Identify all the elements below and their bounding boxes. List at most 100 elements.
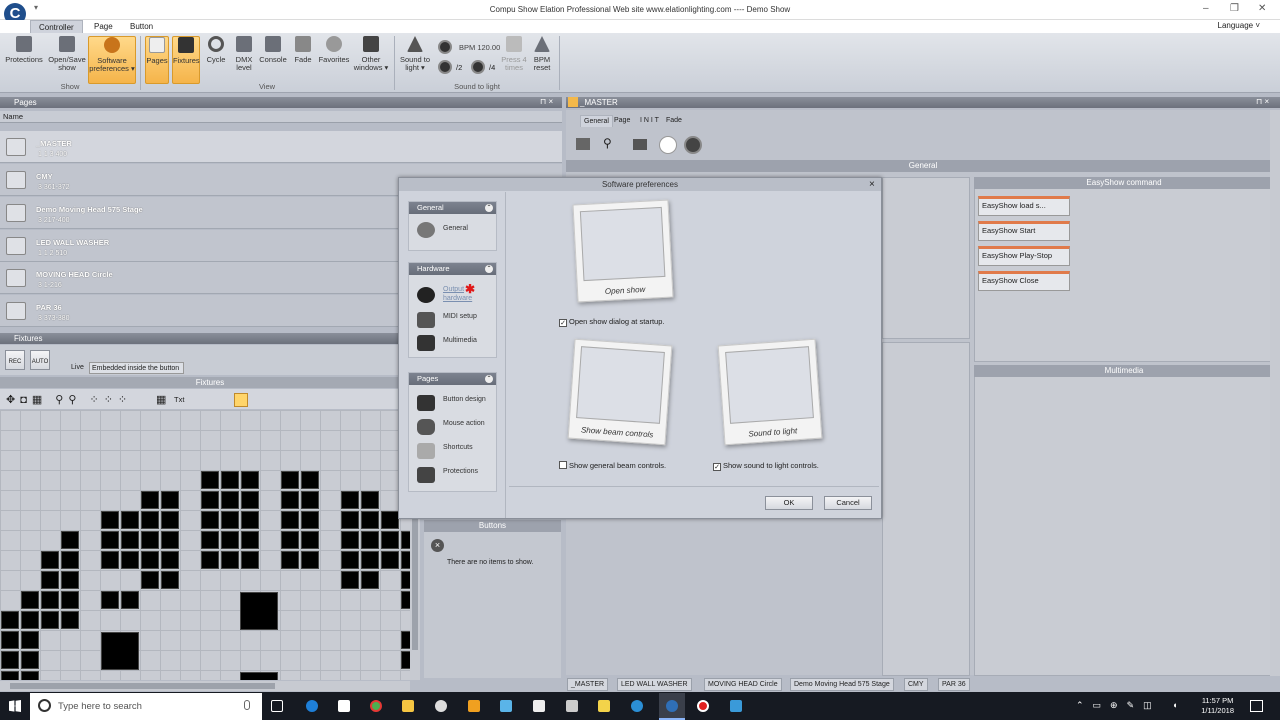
fixture-cell-large[interactable] xyxy=(101,632,139,670)
fixture-cell[interactable] xyxy=(1,651,19,669)
cancel-button[interactable]: Cancel xyxy=(824,496,872,510)
fixture-cell[interactable] xyxy=(401,551,410,569)
sound-to-light-checkbox[interactable]: ✓ Show sound to light controls. xyxy=(713,461,819,471)
taskbar-clock[interactable]: 11:57 PM 1/11/2018 xyxy=(1201,696,1234,716)
fixture-cell[interactable] xyxy=(121,551,139,569)
app-icon[interactable] xyxy=(730,700,742,712)
checkbox[interactable]: ✓ xyxy=(713,463,721,471)
fixture-cell[interactable] xyxy=(281,491,299,509)
page-row[interactable]: _MASTER 1 1 3 400 xyxy=(0,131,562,163)
fixture-cell[interactable] xyxy=(341,491,359,509)
section-hardware-header[interactable]: Hardware xyxy=(409,263,496,275)
fixture-cell[interactable] xyxy=(401,571,410,589)
dialog-close-icon[interactable]: × xyxy=(869,179,875,190)
pref-item-mouse-action[interactable]: Mouse action xyxy=(443,420,485,427)
pref-item-multimedia[interactable]: Multimedia xyxy=(443,337,477,344)
notifications-icon[interactable] xyxy=(1250,700,1263,712)
fixture-cell[interactable] xyxy=(141,511,159,529)
beam-controls-checkbox[interactable]: Show general beam controls. xyxy=(559,461,666,470)
search-icon[interactable]: ⚲ xyxy=(603,136,612,150)
fixture-cell[interactable] xyxy=(101,511,119,529)
fixture-cell[interactable] xyxy=(141,551,159,569)
fixture-cell[interactable] xyxy=(221,471,239,489)
fixture-cell[interactable] xyxy=(161,571,179,589)
fixture-cell[interactable] xyxy=(1,611,19,629)
checkbox[interactable] xyxy=(559,461,567,469)
fixture-cell[interactable] xyxy=(401,651,410,669)
pages-button[interactable]: Pages xyxy=(145,36,169,84)
pref-item-shortcuts[interactable]: Shortcuts xyxy=(443,444,473,451)
fixture-cell[interactable] xyxy=(241,531,259,549)
easyshow-command-button[interactable]: EasyShow Play-Stop xyxy=(978,246,1070,266)
collapse-icon[interactable]: ⌃ xyxy=(485,265,493,273)
fixture-tools-icons-2[interactable]: ▦ xyxy=(156,393,170,406)
fixture-cell[interactable] xyxy=(61,591,79,609)
fixture-cell[interactable] xyxy=(1,671,19,680)
fixture-cell[interactable] xyxy=(161,511,179,529)
tab-init[interactable]: I N I T xyxy=(640,117,659,124)
collapse-icon[interactable]: ⌃ xyxy=(485,204,493,212)
fixture-cell[interactable] xyxy=(301,511,319,529)
fixture-cell[interactable] xyxy=(301,551,319,569)
white-circle-icon[interactable] xyxy=(659,136,677,154)
store-icon[interactable] xyxy=(338,700,350,712)
fixture-cell[interactable] xyxy=(21,671,39,680)
fixture-cell[interactable] xyxy=(161,551,179,569)
app-icon[interactable] xyxy=(500,700,512,712)
fixture-cell[interactable] xyxy=(281,511,299,529)
cycle-button[interactable]: Cycle xyxy=(203,36,229,64)
fixture-cell[interactable] xyxy=(241,491,259,509)
close-icon[interactable]: ✕ xyxy=(1258,3,1266,14)
div4-knob-icon[interactable] xyxy=(471,60,485,74)
maximize-icon[interactable]: ❐ xyxy=(1230,3,1239,14)
software-preferences-button[interactable]: Software preferences ▾ xyxy=(88,36,136,84)
fixture-cell[interactable] xyxy=(361,511,379,529)
close-circle-icon[interactable]: × xyxy=(431,539,444,552)
microphone-icon[interactable] xyxy=(244,700,250,710)
fixture-cell[interactable] xyxy=(141,491,159,509)
protections-button[interactable]: Protections xyxy=(4,36,44,64)
page-tab[interactable]: Demo Moving Head 575 Stage xyxy=(790,678,894,691)
fixture-cell[interactable] xyxy=(121,591,139,609)
fixture-cell[interactable] xyxy=(41,551,59,569)
fixtures-button[interactable]: Fixtures xyxy=(172,36,200,84)
record-icon[interactable] xyxy=(697,700,709,712)
embedded-tab[interactable]: Embedded inside the button xyxy=(89,362,184,374)
favorites-button[interactable]: Favorites xyxy=(316,36,352,64)
rec-button[interactable]: REC xyxy=(5,350,25,370)
fixture-cell[interactable] xyxy=(361,531,379,549)
app-icon[interactable] xyxy=(435,700,447,712)
section-pages-header[interactable]: Pages xyxy=(409,373,496,385)
screen-icon[interactable] xyxy=(576,138,590,150)
fixture-cell[interactable] xyxy=(121,511,139,529)
auto-button[interactable]: AUTO xyxy=(30,350,50,370)
fixture-cell[interactable] xyxy=(361,491,379,509)
fixture-cell[interactable] xyxy=(241,471,259,489)
edge-browser-icon[interactable] xyxy=(306,700,318,712)
fixture-cell[interactable] xyxy=(221,551,239,569)
press-4-times-button[interactable]: Press 4 times xyxy=(500,36,528,72)
fixture-cell[interactable] xyxy=(21,611,39,629)
fixture-cell[interactable] xyxy=(61,611,79,629)
fixture-cell[interactable] xyxy=(101,551,119,569)
tab-page-master[interactable]: Page xyxy=(614,117,630,124)
section-general-header[interactable]: General xyxy=(409,202,496,214)
fixture-cell[interactable] xyxy=(141,571,159,589)
minimize-icon[interactable]: – xyxy=(1203,3,1209,14)
fixture-cell[interactable] xyxy=(61,531,79,549)
calendar-icon[interactable] xyxy=(533,700,545,712)
fixture-cell[interactable] xyxy=(201,531,219,549)
sound-to-light-button[interactable]: Sound to light ▾ xyxy=(398,36,432,72)
fixture-cell[interactable] xyxy=(201,551,219,569)
fixture-cell[interactable] xyxy=(301,531,319,549)
fixture-cell[interactable] xyxy=(201,491,219,509)
other-windows-button[interactable]: Other windows ▾ xyxy=(352,36,390,72)
ok-button[interactable]: OK xyxy=(765,496,813,510)
fixture-cell[interactable] xyxy=(61,551,79,569)
dmx-level-button[interactable]: DMX level xyxy=(231,36,257,72)
fixture-cell[interactable] xyxy=(341,571,359,589)
page-tab[interactable]: _MASTER xyxy=(567,678,609,691)
fixture-grid[interactable] xyxy=(0,410,410,680)
app-icon[interactable] xyxy=(631,700,643,712)
app-icon[interactable] xyxy=(468,700,480,712)
